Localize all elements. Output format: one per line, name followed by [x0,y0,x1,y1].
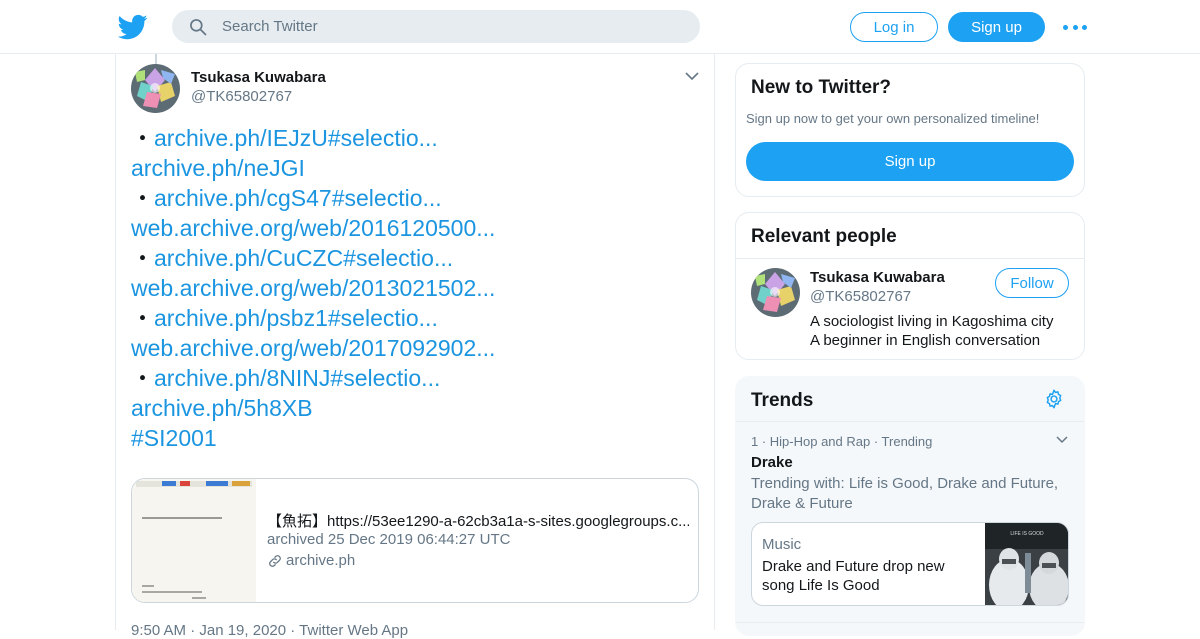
search-input[interactable] [222,10,682,43]
bullet: ・ [131,125,154,151]
card-title[interactable]: 【魚拓】https://53ee1290-a-62cb3a1a-s-sites.… [267,510,689,531]
bullet: ・ [131,365,154,391]
news-category: Music [762,536,802,553]
bio-line: A beginner in English conversation [810,332,1041,349]
author-name[interactable]: Tsukasa Kuwabara [191,69,326,86]
panel-title: New to Twitter? [751,77,892,98]
tweet-text: ・archive.ph/IEJzU#selectio... archive.ph… [131,123,701,453]
news-thumbnail: LIFE IS GOOD [985,523,1068,605]
link-preview-card[interactable]: 【魚拓】https://53ee1290-a-62cb3a1a-s-sites.… [131,478,699,603]
tweet-link[interactable]: archive.ph/neJGI [131,155,305,181]
tweet-link[interactable]: archive.ph/5h8XB [131,395,313,421]
divider [736,258,1084,259]
card-description: archived 25 Dec 2019 06:44:27 UTC [267,531,511,548]
trend-meta: 1 · Hip-Hop and Rap · Trending [751,434,933,449]
tweet-timestamp[interactable]: 9:50 AM · Jan 19, 2020 · Twitter Web App [131,622,408,639]
panel-title: Trends [751,390,814,411]
bullet: ・ [131,245,154,271]
more-dot [1082,24,1087,30]
more-icon[interactable] [1063,18,1087,36]
tweet-line: archive.ph/5h8XB [131,393,701,423]
news-thumbnail-text: LIFE IS GOOD [1010,531,1044,537]
thread-connector-line [155,54,157,64]
link-icon [269,554,281,567]
signup-button[interactable]: Sign up [948,12,1045,42]
search-bar[interactable] [172,10,700,43]
tweet-line: ・archive.ph/IEJzU#selectio... [131,123,701,153]
tweet-line: #SI2001 [131,423,701,453]
author-handle[interactable]: @TK65802767 [191,88,292,105]
tweet-link[interactable]: archive.ph/8NINJ#selectio... [154,365,440,391]
person-name[interactable]: Tsukasa Kuwabara [810,269,945,286]
tweet-line: ・archive.ph/psbz1#selectio... [131,303,701,333]
tweet-line: web.archive.org/web/2016120500... [131,213,701,243]
chevron-down-icon[interactable] [1055,435,1069,445]
trend-trending-with: Trending with: Life is Good, Drake and F… [751,475,1059,512]
top-navigation-bar: Log in Sign up [0,0,1200,54]
person-bio: A sociologist living in Kagoshima city A… [810,312,1053,350]
tweet-line: web.archive.org/web/2013021502... [131,273,701,303]
relevant-people-panel: Relevant people Tsukasa Kuwabara @TK6580… [735,212,1085,360]
twitter-bird-icon[interactable] [118,12,148,42]
card-thumbnail [132,479,256,602]
more-dot [1072,24,1078,30]
new-to-twitter-panel: New to Twitter? Sign up now to get your … [735,63,1085,197]
bio-line: A sociologist living in Kagoshima city [810,313,1054,330]
trends-panel: Trends 1 · Hip-Hop and Rap · Trending Dr… [735,376,1085,636]
tweet-link[interactable]: web.archive.org/web/2016120500... [131,215,495,241]
panel-subtitle: Sign up now to get your own personalized… [746,111,1040,126]
tweet-link[interactable]: archive.ph/IEJzU#selectio... [154,125,438,151]
divider [736,421,1084,422]
panel-title: Relevant people [751,226,897,247]
tweet-column: Tsukasa Kuwabara @TK65802767 ・archive.ph… [115,54,715,639]
tweet-line: ・archive.ph/8NINJ#selectio... [131,363,701,393]
tweet-link[interactable]: web.archive.org/web/2013021502... [131,275,495,301]
hashtag-link[interactable]: #SI2001 [131,425,217,451]
card-domain-label: archive.ph [286,552,356,569]
tweet-link[interactable]: archive.ph/cgS47#selectio... [154,185,442,211]
bullet: ・ [131,185,154,211]
tweet-line: archive.ph/neJGI [131,153,701,183]
avatar[interactable] [131,64,180,113]
trend-news-card[interactable]: Music Drake and Future drop new song Lif… [751,522,1069,606]
tweet-link[interactable]: archive.ph/CuCZC#selectio... [154,245,453,271]
login-button[interactable]: Log in [850,12,938,42]
person-handle[interactable]: @TK65802767 [810,288,911,305]
gear-icon[interactable] [1043,388,1065,410]
bullet: ・ [131,305,154,331]
card-domain[interactable]: archive.ph [267,552,355,569]
tweet-link[interactable]: archive.ph/psbz1#selectio... [154,305,438,331]
tweet-line: ・archive.ph/CuCZC#selectio... [131,243,701,273]
sidebar-signup-button[interactable]: Sign up [746,142,1074,181]
chevron-down-icon[interactable] [684,70,700,82]
more-dot [1063,24,1068,30]
trend-name[interactable]: Drake [751,454,793,471]
divider [736,622,1084,623]
follow-button[interactable]: Follow [995,268,1069,298]
avatar[interactable] [751,268,800,317]
search-icon [190,19,207,36]
news-title: Drake and Future drop new song Life Is G… [762,558,945,594]
tweet-line: ・archive.ph/cgS47#selectio... [131,183,701,213]
tweet-link[interactable]: web.archive.org/web/2017092902... [131,335,495,361]
tweet-line: web.archive.org/web/2017092902... [131,333,701,363]
